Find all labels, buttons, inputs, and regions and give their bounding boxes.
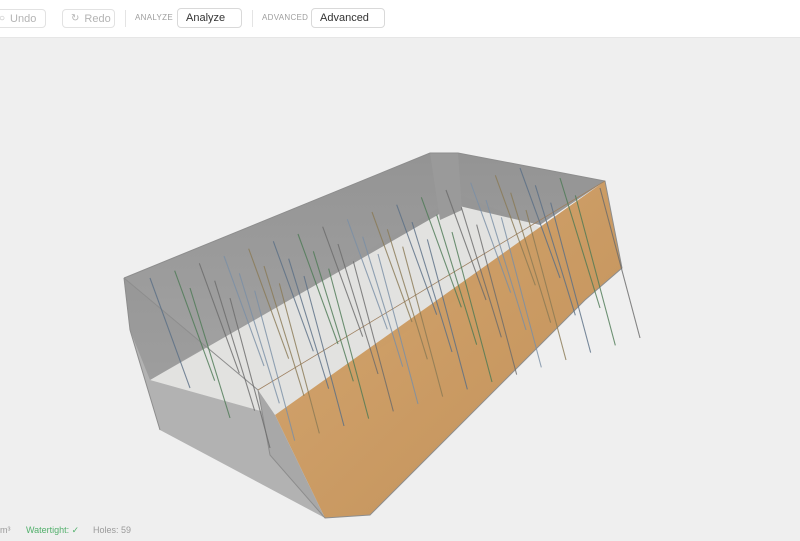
redo-button[interactable]: ↻ Redo — [62, 9, 115, 28]
analyze-dropdown[interactable]: Analyze — [177, 8, 242, 28]
undo-button[interactable]: ○ Undo — [0, 9, 46, 28]
analyze-group-label: ANALYZE — [135, 13, 173, 22]
advanced-dropdown[interactable]: Advanced — [311, 8, 385, 28]
toolbar-divider — [125, 10, 126, 27]
watertight-status: Watertight: ✓ — [26, 525, 80, 535]
toolbar: ○ Undo ↻ Redo ANALYZE Analyze ADVANCED A… — [0, 0, 800, 38]
volume-readout: m³ — [0, 525, 11, 535]
toolbar-divider — [252, 10, 253, 27]
undo-icon: ○ — [0, 12, 6, 24]
redo-label: Redo — [84, 12, 111, 25]
undo-label: Undo — [10, 12, 37, 25]
3d-viewport[interactable] — [0, 38, 800, 521]
holes-count: Holes: 59 — [93, 525, 132, 535]
status-bar: m³ Watertight: ✓ Holes: 59 — [0, 521, 800, 541]
redo-icon: ↻ — [71, 12, 80, 24]
mesh-render[interactable] — [0, 38, 800, 521]
analyze-dropdown-value: Analyze — [186, 12, 226, 24]
advanced-dropdown-value: Advanced — [320, 12, 369, 24]
advanced-group-label: ADVANCED — [262, 13, 309, 22]
